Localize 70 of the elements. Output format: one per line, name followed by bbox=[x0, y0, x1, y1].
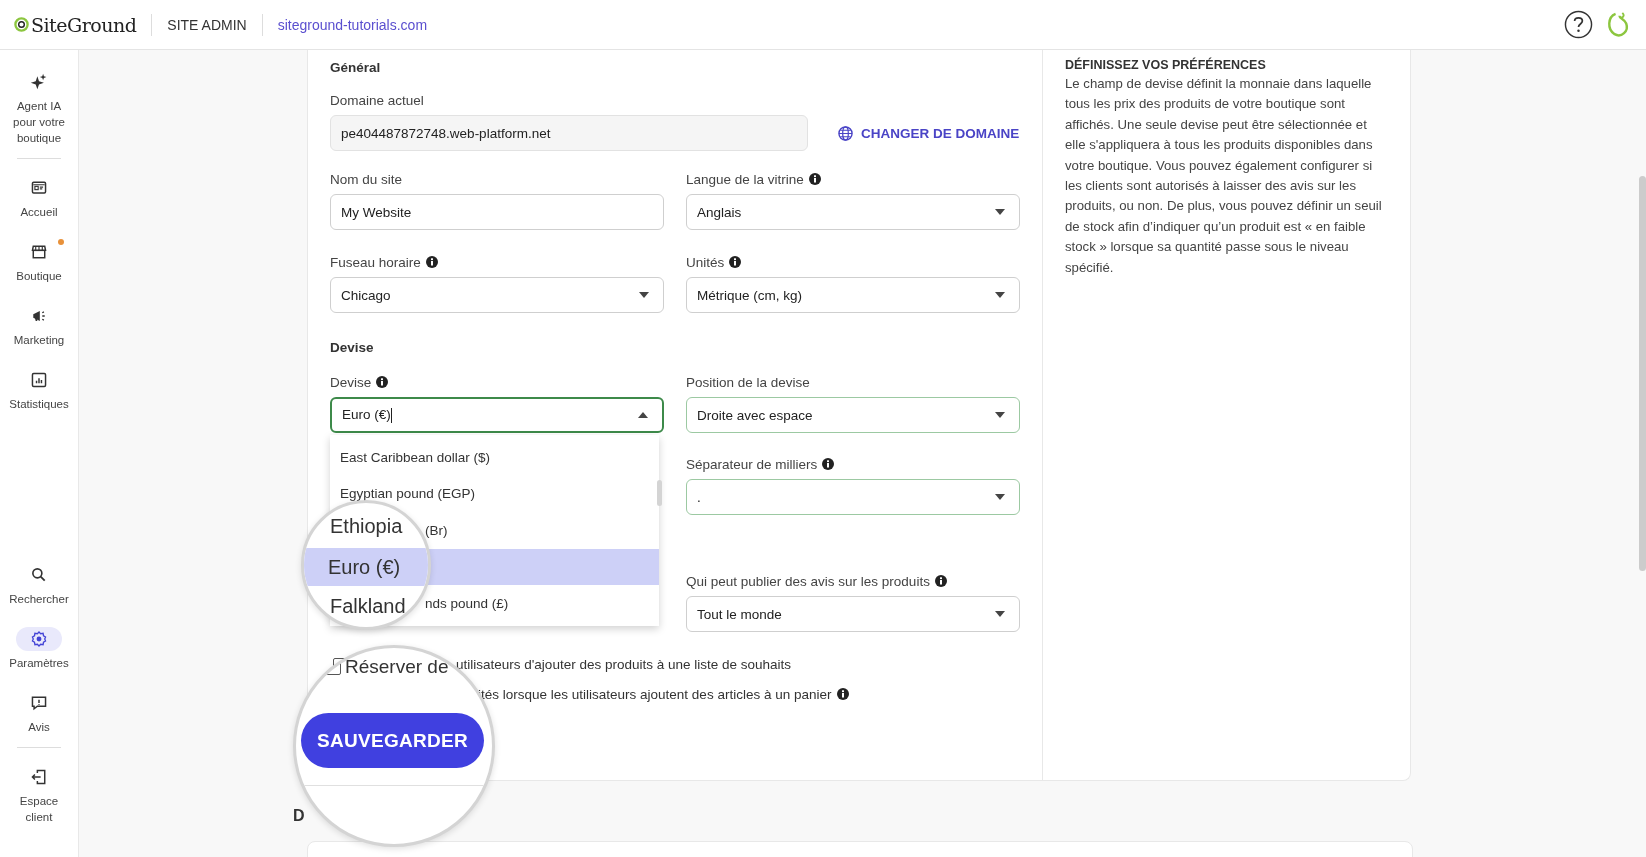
site-link[interactable]: siteground-tutorials.com bbox=[277, 16, 428, 33]
select-field[interactable]: Métrique (cm, kg) bbox=[686, 277, 1020, 313]
sidebar-item[interactable]: Boutique bbox=[3, 240, 75, 284]
sidebar-item[interactable]: Paramètres bbox=[3, 627, 75, 671]
info-icon bbox=[729, 256, 742, 268]
caret-icon bbox=[995, 209, 1005, 215]
info-icon bbox=[425, 256, 438, 268]
search-icon bbox=[30, 566, 48, 584]
caret-icon bbox=[638, 412, 648, 418]
field-label: Domaine actuel bbox=[330, 92, 424, 108]
select-field[interactable]: Tout le monde bbox=[686, 596, 1020, 632]
field-label: Unités bbox=[686, 254, 725, 270]
info-icon bbox=[837, 688, 850, 700]
info-icon bbox=[934, 575, 947, 587]
sidebar-item[interactable]: Avis bbox=[3, 691, 75, 735]
sidebar-item[interactable]: Statistiques bbox=[3, 368, 75, 412]
info-icon bbox=[822, 458, 835, 470]
select-field[interactable]: . bbox=[686, 479, 1020, 515]
chart-icon bbox=[30, 371, 48, 389]
caret-icon bbox=[995, 494, 1005, 500]
checkbox-label: Réserver de bbox=[345, 656, 449, 678]
dropdown-option[interactable]: East Caribbean dollar ($) bbox=[330, 439, 659, 476]
info-icon bbox=[808, 173, 821, 185]
select-field[interactable]: Anglais bbox=[686, 194, 1020, 230]
dashboard-icon bbox=[30, 179, 48, 197]
save-button[interactable]: SAUVEGARDER bbox=[301, 713, 484, 768]
field-label: Position de la devise bbox=[686, 374, 810, 390]
sidebar-item[interactable]: Espace client bbox=[3, 765, 75, 825]
panel-text: Le champ de devise définit la monnaie dans laquelle tous les prix des produits de votre boutique sont affichés. Une seule devise peut être sélectionnée et elle s'appliquera à tous les produits disponibles dans votre boutique. Vous pouvez également configurer si les clients sont autorisés à laisser des avis sur les produits, ou non. De plus, vous pouvez définir un seuil de stock afin d’indiquer qu’un produit est « en faible stock » lorsque sa quantité passe sous le niveau spécifié. bbox=[1065, 75, 1383, 277]
scrollbar[interactable] bbox=[1639, 176, 1646, 571]
dropdown-option[interactable]: Egyptian pound (EGP) bbox=[330, 475, 659, 512]
field-label: Devise bbox=[330, 374, 372, 390]
field-label: Fuseau horaire bbox=[330, 254, 421, 270]
settings-icon bbox=[30, 630, 48, 648]
globe-icon bbox=[838, 125, 853, 141]
exit-icon bbox=[30, 768, 48, 786]
feedback-icon bbox=[30, 694, 48, 712]
input-field[interactable]: My Website bbox=[330, 194, 664, 230]
store-icon bbox=[30, 243, 48, 261]
section-title: SITE ADMIN bbox=[167, 16, 247, 33]
help-icon[interactable] bbox=[1564, 10, 1593, 39]
sidebar-item[interactable]: Rechercher bbox=[3, 563, 75, 607]
scrollbar-thumb[interactable] bbox=[657, 480, 662, 506]
field-label: Qui peut publier des avis sur les produits bbox=[686, 573, 930, 589]
field-label: Langue de la vitrine bbox=[686, 171, 804, 187]
field-label: Séparateur de milliers bbox=[686, 456, 818, 472]
magnified-option: Falkland bbox=[330, 595, 406, 618]
select-field[interactable]: Droite avec espace bbox=[686, 397, 1020, 433]
select-field[interactable]: Chicago bbox=[330, 277, 664, 313]
currency-select[interactable]: Euro (€) bbox=[330, 397, 664, 433]
sidebar-item[interactable]: Marketing bbox=[3, 304, 75, 348]
caret-icon bbox=[639, 292, 649, 298]
sidebar-item[interactable]: Accueil bbox=[3, 176, 75, 220]
sparkle-icon bbox=[30, 73, 48, 91]
section-heading: Général bbox=[330, 60, 382, 75]
panel-title: DÉFINISSEZ VOS PRÉFÉRENCES bbox=[1065, 58, 1267, 72]
domain-field: pe404487872748.web-platform.net bbox=[330, 115, 808, 151]
caret-icon bbox=[995, 292, 1005, 298]
change-domain-button[interactable]: CHANGER DE DOMAINE bbox=[838, 125, 1020, 141]
caret-icon bbox=[995, 412, 1005, 418]
section-heading: D bbox=[293, 807, 305, 824]
magnified-option: Euro (€) bbox=[304, 548, 428, 586]
option-label: utilisateurs d'ajouter des produits à une liste de souhaits bbox=[456, 656, 792, 672]
logo[interactable]: SiteGround bbox=[14, 13, 137, 36]
sidebar-item[interactable]: Agent IA pour votre boutique bbox=[3, 70, 75, 146]
field-label: Nom du site bbox=[330, 171, 403, 187]
info-icon bbox=[376, 376, 389, 388]
caret-icon bbox=[995, 611, 1005, 617]
magnified-option: Ethiopia bbox=[330, 515, 403, 538]
section-heading: Devise bbox=[330, 340, 375, 355]
